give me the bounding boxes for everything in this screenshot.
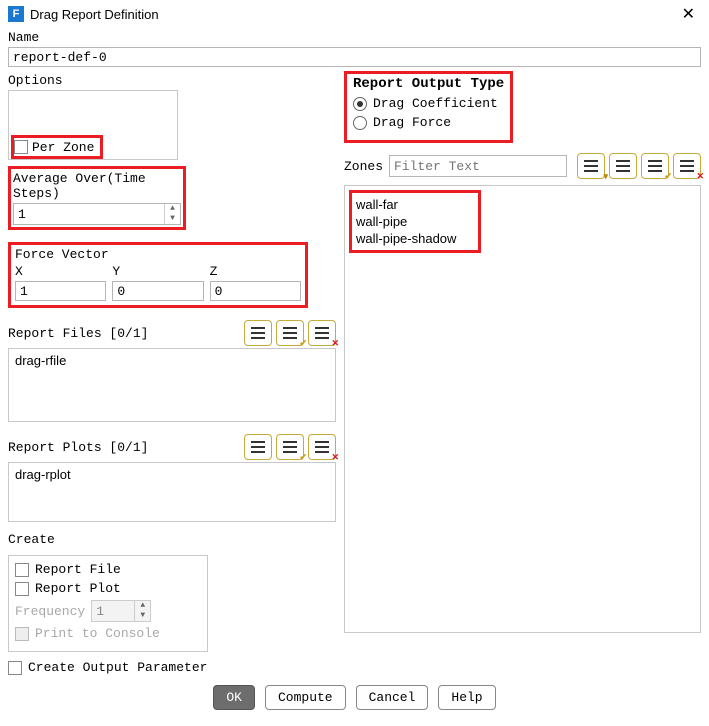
force-x-input[interactable] — [15, 281, 106, 301]
drag-force-label: Drag Force — [373, 115, 451, 130]
cancel-button[interactable]: Cancel — [356, 685, 429, 710]
window-title: Drag Report Definition — [30, 7, 676, 22]
force-y-input[interactable] — [112, 281, 203, 301]
create-box: Report File Report Plot Frequency ▲ ▼ — [8, 555, 208, 652]
spinner-down-icon: ▼ — [135, 611, 150, 621]
check-icon: ✔ — [664, 171, 672, 182]
average-over-label: Average Over(Time Steps) — [13, 171, 181, 201]
options-label: Options — [8, 73, 336, 88]
report-plots-label: Report Plots [0/1] — [8, 440, 240, 455]
create-report-file-checkbox[interactable] — [15, 563, 29, 577]
drag-coefficient-radio[interactable] — [353, 97, 367, 111]
list-item[interactable]: wall-pipe-shadow — [356, 231, 456, 246]
list-item[interactable]: drag-rplot — [15, 467, 329, 482]
force-x-label: X — [15, 264, 106, 279]
frequency-input — [92, 601, 134, 621]
average-over-group: Average Over(Time Steps) ▲ ▼ — [8, 166, 186, 230]
force-z-label: Z — [210, 264, 301, 279]
compute-button[interactable]: Compute — [265, 685, 346, 710]
help-button[interactable]: Help — [438, 685, 495, 710]
create-label: Create — [8, 532, 336, 547]
zones-filter-input[interactable] — [389, 155, 567, 177]
spinner-up-icon[interactable]: ▲ — [165, 204, 180, 214]
force-vector-label: Force Vector — [15, 247, 301, 262]
dialog-footer: OK Compute Cancel Help — [8, 675, 701, 718]
frequency-label: Frequency — [15, 604, 85, 619]
check-icon: ✔ — [299, 338, 307, 349]
create-output-param-label: Create Output Parameter — [28, 660, 207, 675]
frequency-spinner: ▲ ▼ — [91, 600, 151, 622]
app-icon: F — [8, 6, 24, 22]
list-item[interactable]: wall-pipe — [356, 214, 456, 229]
force-y-label: Y — [112, 264, 203, 279]
x-icon: ✕ — [331, 452, 339, 463]
create-report-plot-checkbox[interactable] — [15, 582, 29, 596]
report-files-listbox[interactable]: drag-rfile — [8, 348, 336, 422]
spinner-down-icon[interactable]: ▼ — [165, 214, 180, 224]
report-plots-list-button[interactable] — [244, 434, 272, 460]
drag-force-radio[interactable] — [353, 116, 367, 130]
zones-sort-button[interactable]: ▾ — [577, 153, 605, 179]
report-plots-select-button[interactable]: ✔ — [276, 434, 304, 460]
report-plots-listbox[interactable]: drag-rplot — [8, 462, 336, 522]
options-box: Per Zone — [8, 90, 178, 160]
list-icon — [680, 160, 694, 172]
zones-clear-button[interactable]: ✕ — [673, 153, 701, 179]
dropdown-icon: ▾ — [603, 171, 608, 182]
print-console-label: Print to Console — [35, 626, 160, 641]
list-item[interactable]: wall-far — [356, 197, 456, 212]
average-over-spinner[interactable]: ▲ ▼ — [13, 203, 181, 225]
dialog-window: F Drag Report Definition ✕ Name Options … — [0, 0, 709, 726]
titlebar: F Drag Report Definition ✕ — [0, 0, 709, 28]
right-column: Report Output Type Drag Coefficient Drag… — [336, 71, 701, 675]
report-files-label: Report Files [0/1] — [8, 326, 240, 341]
zones-list-button[interactable] — [609, 153, 637, 179]
zones-label: Zones — [344, 159, 383, 174]
per-zone-highlight: Per Zone — [11, 135, 103, 159]
x-icon: ✕ — [696, 171, 704, 182]
force-vector-group: Force Vector X Y Z — [8, 242, 308, 308]
report-files-select-button[interactable]: ✔ — [276, 320, 304, 346]
print-console-checkbox — [15, 627, 29, 641]
zones-listbox[interactable]: wall-far wall-pipe wall-pipe-shadow — [344, 185, 701, 633]
check-icon: ✔ — [299, 452, 307, 463]
list-icon — [584, 160, 598, 172]
per-zone-label: Per Zone — [32, 140, 94, 155]
left-column: Options Per Zone Average Over(Time Steps… — [8, 71, 336, 675]
force-z-input[interactable] — [210, 281, 301, 301]
report-files-list-button[interactable] — [244, 320, 272, 346]
create-output-param-checkbox[interactable] — [8, 661, 22, 675]
list-item[interactable]: drag-rfile — [15, 353, 329, 368]
x-icon: ✕ — [331, 338, 339, 349]
name-input[interactable] — [8, 47, 701, 67]
drag-coefficient-label: Drag Coefficient — [373, 96, 498, 111]
list-icon — [648, 160, 662, 172]
create-report-file-label: Report File — [35, 562, 121, 577]
create-report-plot-label: Report Plot — [35, 581, 121, 596]
list-icon — [251, 441, 265, 453]
list-icon — [616, 160, 630, 172]
list-icon — [315, 327, 329, 339]
list-icon — [283, 441, 297, 453]
list-icon — [251, 327, 265, 339]
close-icon[interactable]: ✕ — [676, 4, 701, 24]
report-plots-clear-button[interactable]: ✕ — [308, 434, 336, 460]
report-output-type-label: Report Output Type — [353, 76, 504, 92]
list-icon — [283, 327, 297, 339]
report-files-clear-button[interactable]: ✕ — [308, 320, 336, 346]
zones-select-button[interactable]: ✔ — [641, 153, 669, 179]
report-output-type-group: Report Output Type Drag Coefficient Drag… — [344, 71, 513, 143]
per-zone-checkbox[interactable] — [14, 140, 28, 154]
spinner-up-icon: ▲ — [135, 601, 150, 611]
zones-highlight: wall-far wall-pipe wall-pipe-shadow — [349, 190, 481, 253]
name-label: Name — [8, 30, 701, 45]
ok-button[interactable]: OK — [213, 685, 255, 710]
average-over-input[interactable] — [14, 204, 164, 224]
list-icon — [315, 441, 329, 453]
